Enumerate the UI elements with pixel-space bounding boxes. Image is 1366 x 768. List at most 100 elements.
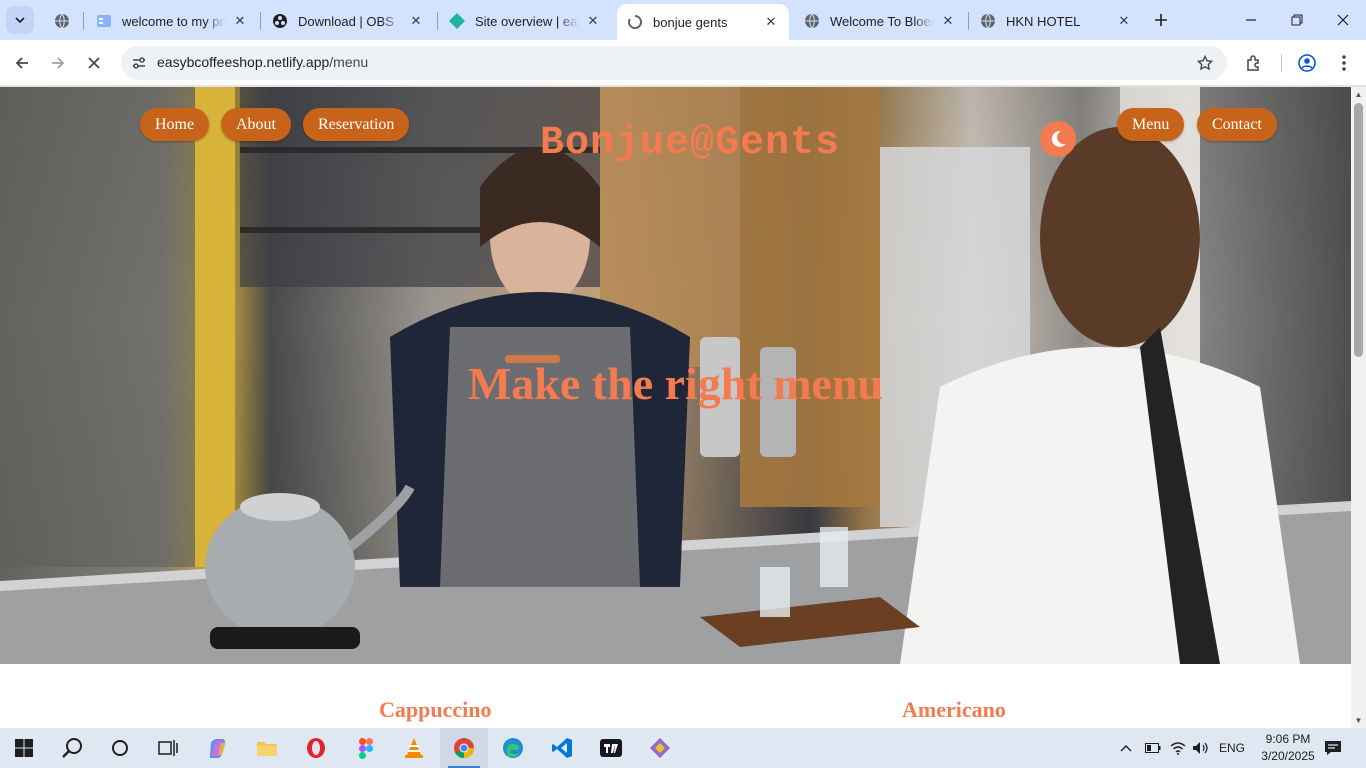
copilot-icon [209,739,226,758]
globe-icon [804,13,820,29]
chevron-down-icon [15,17,25,24]
obs-icon [272,13,288,29]
tab-bloemfontein[interactable]: Welcome To Bloemf ✕ [794,4,966,38]
stop-button[interactable] [80,49,108,77]
address-bar[interactable]: easybcoffeeshop.netlify.app/menu [121,46,1227,80]
nav-home-button[interactable]: Home [140,108,210,141]
new-tab-button[interactable] [1149,8,1173,32]
close-icon[interactable]: ✕ [1116,13,1132,29]
close-window-button[interactable] [1320,0,1366,40]
scroll-down-arrow-icon[interactable]: ▼ [1354,716,1363,725]
back-button[interactable] [8,49,36,77]
close-icon[interactable]: ✕ [763,14,779,30]
tab-title: Welcome To Bloemf [830,13,934,29]
opera-app[interactable] [292,728,340,768]
minimize-button[interactable] [1228,0,1274,40]
show-hidden-icons[interactable] [1120,728,1132,768]
chevron-up-icon [1120,745,1132,752]
menu-item-title: Americano [902,697,1006,722]
git-app[interactable] [636,728,684,768]
site-info-icon[interactable] [129,53,149,73]
clock-time: 9:06 PM [1265,732,1311,746]
volume-icon[interactable] [1192,728,1208,768]
page-viewport: Home About Reservation Bonjue@Gents Menu… [0,87,1351,728]
file-explorer-app[interactable] [243,728,291,768]
close-icon[interactable]: ✕ [585,13,601,29]
chrome-icon [454,738,475,759]
vlc-app[interactable] [390,728,438,768]
restore-icon [1291,14,1303,26]
search-icon [62,738,82,758]
tab-hkn-hotel[interactable]: HKN HOTEL ✕ [970,4,1142,38]
bookmark-star-icon[interactable] [1195,53,1215,73]
tab-separator [260,12,261,30]
tradingview-app[interactable] [587,728,635,768]
chrome-app[interactable] [440,728,488,768]
tab-obs[interactable]: Download | OBS ✕ [262,4,434,38]
search-button[interactable] [48,728,96,768]
circle-icon [112,740,128,756]
windows-logo-icon [15,739,33,757]
nav-menu-button[interactable]: Menu [1117,108,1185,141]
globe-icon [980,13,996,29]
url-text[interactable]: easybcoffeeshop.netlify.app/menu [157,54,368,70]
system-clock[interactable]: 9:06 PM 3/20/2025 [1258,731,1318,765]
tab-welcome[interactable]: welcome to my pro ✕ [86,4,258,38]
close-icon[interactable]: ✕ [940,13,956,29]
start-button[interactable] [0,728,48,768]
vscode-app[interactable] [538,728,586,768]
figma-app[interactable] [342,728,390,768]
task-view-button[interactable] [144,728,192,768]
close-icon [88,57,100,69]
opera-icon [307,738,325,758]
toolbar-separator [1281,54,1282,72]
windows-taskbar: ENG 9:06 PM 3/20/2025 [0,728,1366,768]
browser-toolbar: easybcoffeeshop.netlify.app/menu [0,40,1366,86]
loading-icon [627,14,643,30]
hero-headline: Make the right menu [467,358,884,409]
arrow-left-icon [15,57,28,69]
folder-icon [257,742,277,756]
plus-icon [1155,14,1167,26]
tab-separator [968,12,969,30]
cortana-button[interactable] [96,728,144,768]
nav-contact-button[interactable]: Contact [1197,108,1277,141]
forward-button[interactable] [44,49,72,77]
battery-icon[interactable] [1145,728,1161,768]
wifi-icon[interactable] [1170,728,1186,768]
dark-mode-toggle[interactable] [1040,121,1076,157]
scrollbar-thumb[interactable] [1354,103,1363,357]
tab-bonjue-gents[interactable]: bonjue gents ✕ [617,4,789,40]
globe-icon [54,13,70,29]
tab-search-button[interactable] [6,6,34,34]
copilot-app[interactable] [194,728,242,768]
page-icon [96,13,112,29]
site-brand-logo[interactable]: Bonjue@Gents [540,121,840,166]
nav-about-button[interactable]: About [221,108,291,141]
tradingview-icon [600,739,622,757]
tab-title: welcome to my pro [122,13,226,29]
scroll-up-arrow-icon[interactable]: ▲ [1354,90,1363,99]
tab-netlify[interactable]: Site overview | easyb ✕ [439,4,611,38]
menu-dots-icon[interactable] [1331,50,1357,76]
profile-icon[interactable] [1294,50,1320,76]
nav-reservation-button[interactable]: Reservation [303,108,410,141]
tab-separator [437,12,438,30]
notifications-button[interactable] [1324,728,1342,768]
page-scrollbar[interactable]: ▲ ▼ [1351,87,1366,728]
restore-button[interactable] [1274,0,1320,40]
tab-title: Download | OBS [298,13,394,29]
close-icon[interactable]: ✕ [408,13,424,29]
vlc-icon [405,738,423,758]
close-icon[interactable]: ✕ [232,13,248,29]
extensions-icon[interactable] [1241,50,1267,76]
tab-pinned[interactable] [44,4,82,38]
language-indicator[interactable]: ENG [1219,728,1245,768]
edge-app[interactable] [489,728,537,768]
clock-date: 3/20/2025 [1261,749,1315,763]
moon-icon [1051,130,1066,147]
tab-title: Site overview | easyb [475,13,579,29]
url-path: /menu [329,54,369,70]
tab-title: bonjue gents [653,14,728,30]
close-icon [1337,14,1349,26]
